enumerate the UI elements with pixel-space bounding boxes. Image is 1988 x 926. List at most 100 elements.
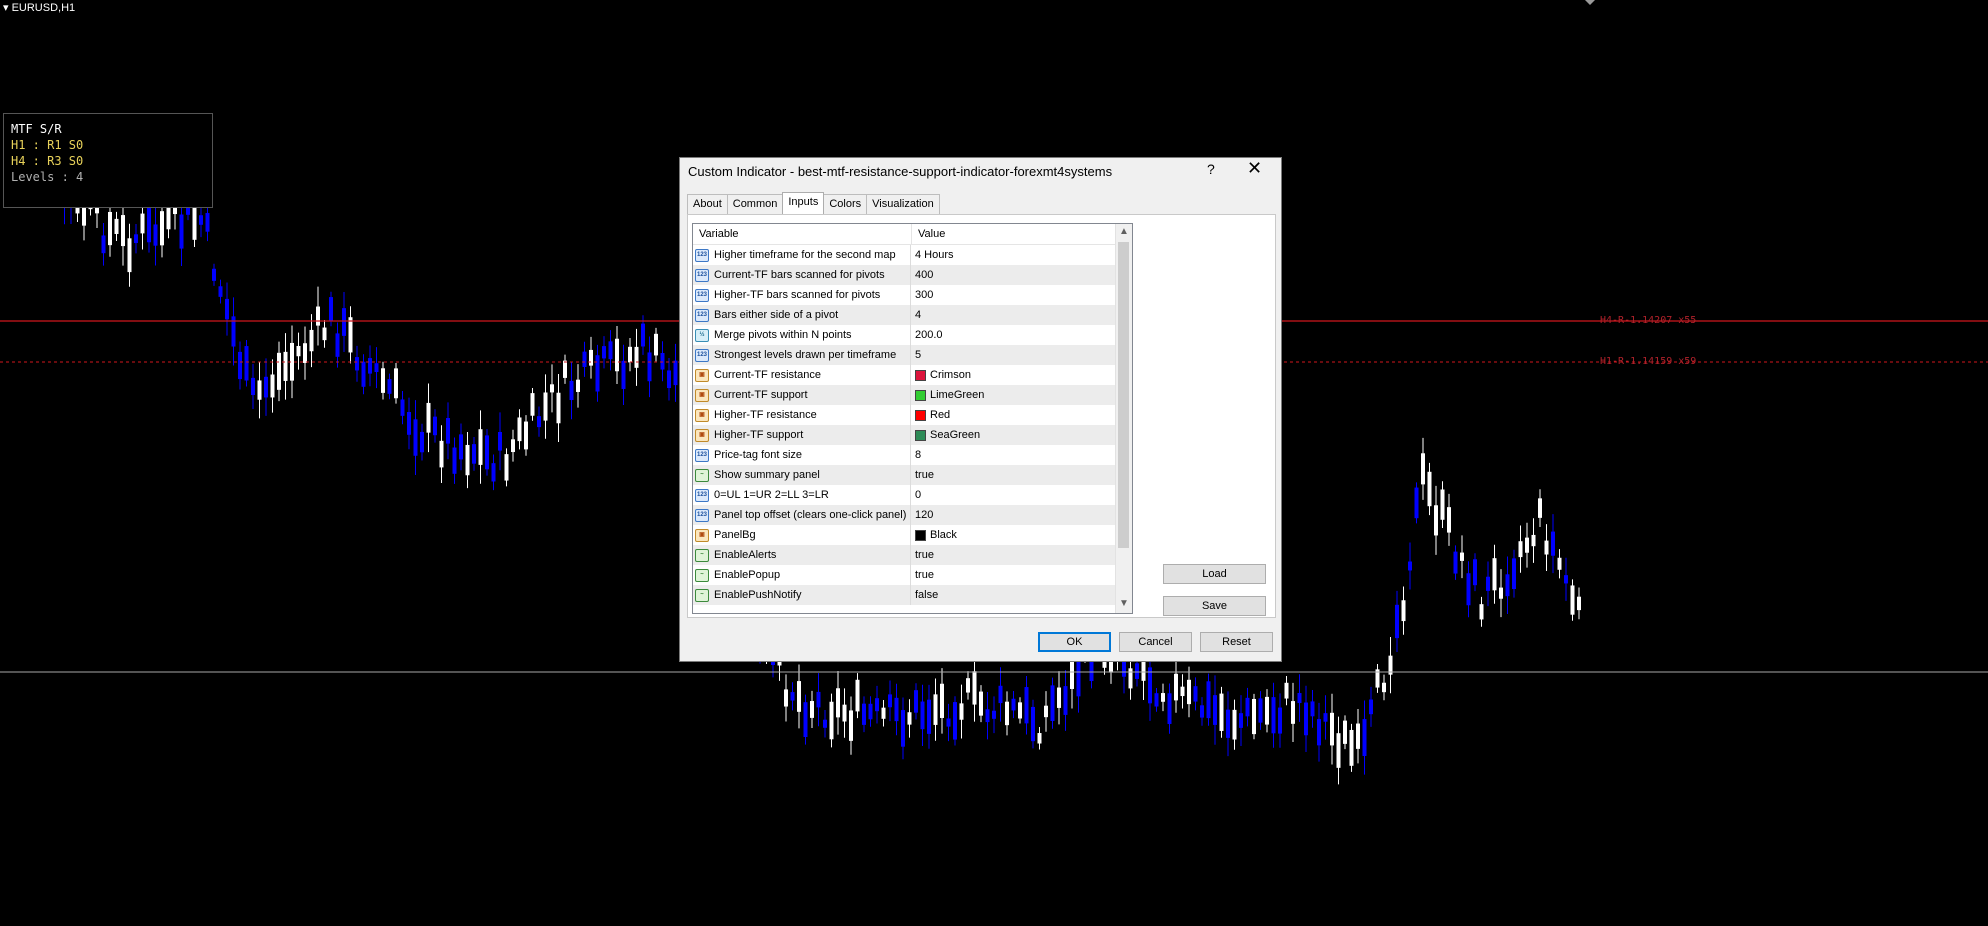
- table-row[interactable]: ~ EnablePopup true: [693, 565, 1132, 585]
- tab-common[interactable]: Common: [726, 194, 784, 215]
- tab-inputs[interactable]: Inputs: [782, 192, 825, 216]
- candle-body: [179, 214, 184, 249]
- candle-body: [1271, 697, 1276, 734]
- value-cell[interactable]: 8: [911, 445, 1132, 465]
- tab-colors[interactable]: Colors: [823, 194, 868, 215]
- value-cell[interactable]: Red: [911, 405, 1132, 425]
- value-cell[interactable]: true: [911, 465, 1132, 485]
- chart-collapse-icon[interactable]: [1585, 0, 1595, 5]
- variable-cell[interactable]: ▣ Current-TF support: [693, 385, 911, 405]
- table-row[interactable]: ▣ Current-TF support LimeGreen: [693, 385, 1132, 405]
- candle-body: [1076, 660, 1081, 697]
- scrollbar-thumb[interactable]: [1118, 242, 1129, 548]
- variable-cell[interactable]: 123 Price-tag font size: [693, 445, 911, 465]
- value-cell[interactable]: 300: [911, 285, 1132, 305]
- candle-body: [608, 341, 613, 360]
- variable-cell[interactable]: 123 Higher timeframe for the second map: [693, 245, 911, 265]
- variable-cell[interactable]: ▣ Current-TF resistance: [693, 365, 911, 385]
- scroll-up-icon[interactable]: ▲: [1119, 226, 1129, 237]
- table-row[interactable]: ▣ Higher-TF resistance Red: [693, 405, 1132, 425]
- value-cell[interactable]: true: [911, 565, 1132, 585]
- value-cell[interactable]: 4: [911, 305, 1132, 325]
- table-row[interactable]: ~ Show summary panel true: [693, 465, 1132, 485]
- value-text: true: [915, 569, 934, 581]
- candle-body: [1538, 498, 1542, 518]
- table-row[interactable]: 123 Strongest levels drawn per timeframe 5: [693, 345, 1132, 365]
- ok-button[interactable]: OK: [1038, 632, 1111, 652]
- value-cell[interactable]: true: [911, 545, 1132, 565]
- level-label-h4: H4-R-1.14207 x55: [1600, 315, 1697, 326]
- close-icon[interactable]: ✕: [1247, 158, 1262, 179]
- value-text: 4: [915, 309, 922, 321]
- candle-body: [634, 346, 639, 368]
- table-row[interactable]: ½ Merge pivots within N points 200.0: [693, 325, 1132, 345]
- value-cell[interactable]: 0: [911, 485, 1132, 505]
- table-row[interactable]: ▣ Higher-TF support SeaGreen: [693, 425, 1132, 445]
- cancel-button[interactable]: Cancel: [1119, 632, 1192, 652]
- save-button[interactable]: Save: [1163, 596, 1266, 616]
- column-header-value[interactable]: Value: [912, 224, 945, 244]
- reset-button[interactable]: Reset: [1200, 632, 1273, 652]
- candle-body: [1232, 709, 1237, 740]
- value-cell[interactable]: 4 Hours: [911, 245, 1132, 265]
- table-row[interactable]: 123 Price-tag font size 8: [693, 445, 1132, 465]
- candle-body: [1193, 686, 1198, 702]
- candle-body: [485, 435, 489, 470]
- candle-body: [426, 402, 431, 433]
- candle-body: [602, 346, 606, 359]
- variable-cell[interactable]: ~ EnablePopup: [693, 565, 911, 585]
- candle-body: [465, 444, 470, 476]
- variable-cell[interactable]: ▣ Higher-TF resistance: [693, 405, 911, 425]
- table-row[interactable]: 123 Panel top offset (clears one-click pa…: [693, 505, 1132, 525]
- variable-cell[interactable]: 123 Panel top offset (clears one-click pa…: [693, 505, 911, 525]
- table-row[interactable]: 123 Bars either side of a pivot 4: [693, 305, 1132, 325]
- variable-cell[interactable]: ▣ Higher-TF support: [693, 425, 911, 445]
- candle-body: [959, 703, 964, 720]
- table-row[interactable]: ~ EnableAlerts true: [693, 545, 1132, 565]
- candle-body: [816, 691, 821, 708]
- variable-cell[interactable]: 123 Higher-TF bars scanned for pivots: [693, 285, 911, 305]
- candle-body: [381, 368, 385, 393]
- grid-scrollbar[interactable]: ▲ ▼: [1115, 224, 1132, 613]
- variable-cell[interactable]: ~ EnableAlerts: [693, 545, 911, 565]
- value-cell[interactable]: 200.0: [911, 325, 1132, 345]
- value-cell[interactable]: SeaGreen: [911, 425, 1132, 445]
- tab-visualization[interactable]: Visualization: [866, 194, 940, 215]
- value-cell[interactable]: Crimson: [911, 365, 1132, 385]
- column-header-variable[interactable]: Variable: [693, 224, 912, 244]
- candle-body: [1570, 585, 1575, 615]
- candle-body: [355, 357, 359, 371]
- variable-cell[interactable]: 123 Bars either side of a pivot: [693, 305, 911, 325]
- table-row[interactable]: ~ EnablePushNotify false: [693, 585, 1132, 605]
- value-cell[interactable]: 5: [911, 345, 1132, 365]
- table-row[interactable]: 123 Current-TF bars scanned for pivots 400: [693, 265, 1132, 285]
- table-row[interactable]: ▣ PanelBg Black: [693, 525, 1132, 545]
- scroll-down-icon[interactable]: ▼: [1119, 598, 1129, 609]
- candle-body: [114, 218, 119, 234]
- table-row[interactable]: 123 Higher-TF bars scanned for pivots 300: [693, 285, 1132, 305]
- value-cell[interactable]: 400: [911, 265, 1132, 285]
- variable-cell[interactable]: ▣ PanelBg: [693, 525, 911, 545]
- variable-cell[interactable]: 123 0=UL 1=UR 2=LL 3=LR: [693, 485, 911, 505]
- integer-icon: 123: [695, 288, 709, 302]
- symbol-timeframe-label[interactable]: ▾ EURUSD,H1: [3, 1, 75, 14]
- variable-cell[interactable]: 123 Strongest levels drawn per timeframe: [693, 345, 911, 365]
- value-cell[interactable]: false: [911, 585, 1132, 605]
- variable-cell[interactable]: 123 Current-TF bars scanned for pivots: [693, 265, 911, 285]
- variable-cell[interactable]: ~ Show summary panel: [693, 465, 911, 485]
- candle-body: [868, 703, 873, 720]
- table-row[interactable]: ▣ Current-TF resistance Crimson: [693, 365, 1132, 385]
- candle-body: [589, 349, 593, 366]
- variable-cell[interactable]: ½ Merge pivots within N points: [693, 325, 911, 345]
- value-cell[interactable]: Black: [911, 525, 1132, 545]
- help-button[interactable]: ?: [1207, 161, 1215, 177]
- variable-cell[interactable]: ~ EnablePushNotify: [693, 585, 911, 605]
- value-cell[interactable]: 120: [911, 505, 1132, 525]
- candle-body: [1297, 693, 1302, 704]
- table-row[interactable]: 123 0=UL 1=UR 2=LL 3=LR 0: [693, 485, 1132, 505]
- load-button[interactable]: Load: [1163, 564, 1266, 584]
- tab-about[interactable]: About: [687, 194, 728, 215]
- table-row[interactable]: 123 Higher timeframe for the second map 4 …: [693, 245, 1132, 265]
- value-cell[interactable]: LimeGreen: [911, 385, 1132, 405]
- variable-name: Higher timeframe for the second map: [714, 249, 896, 261]
